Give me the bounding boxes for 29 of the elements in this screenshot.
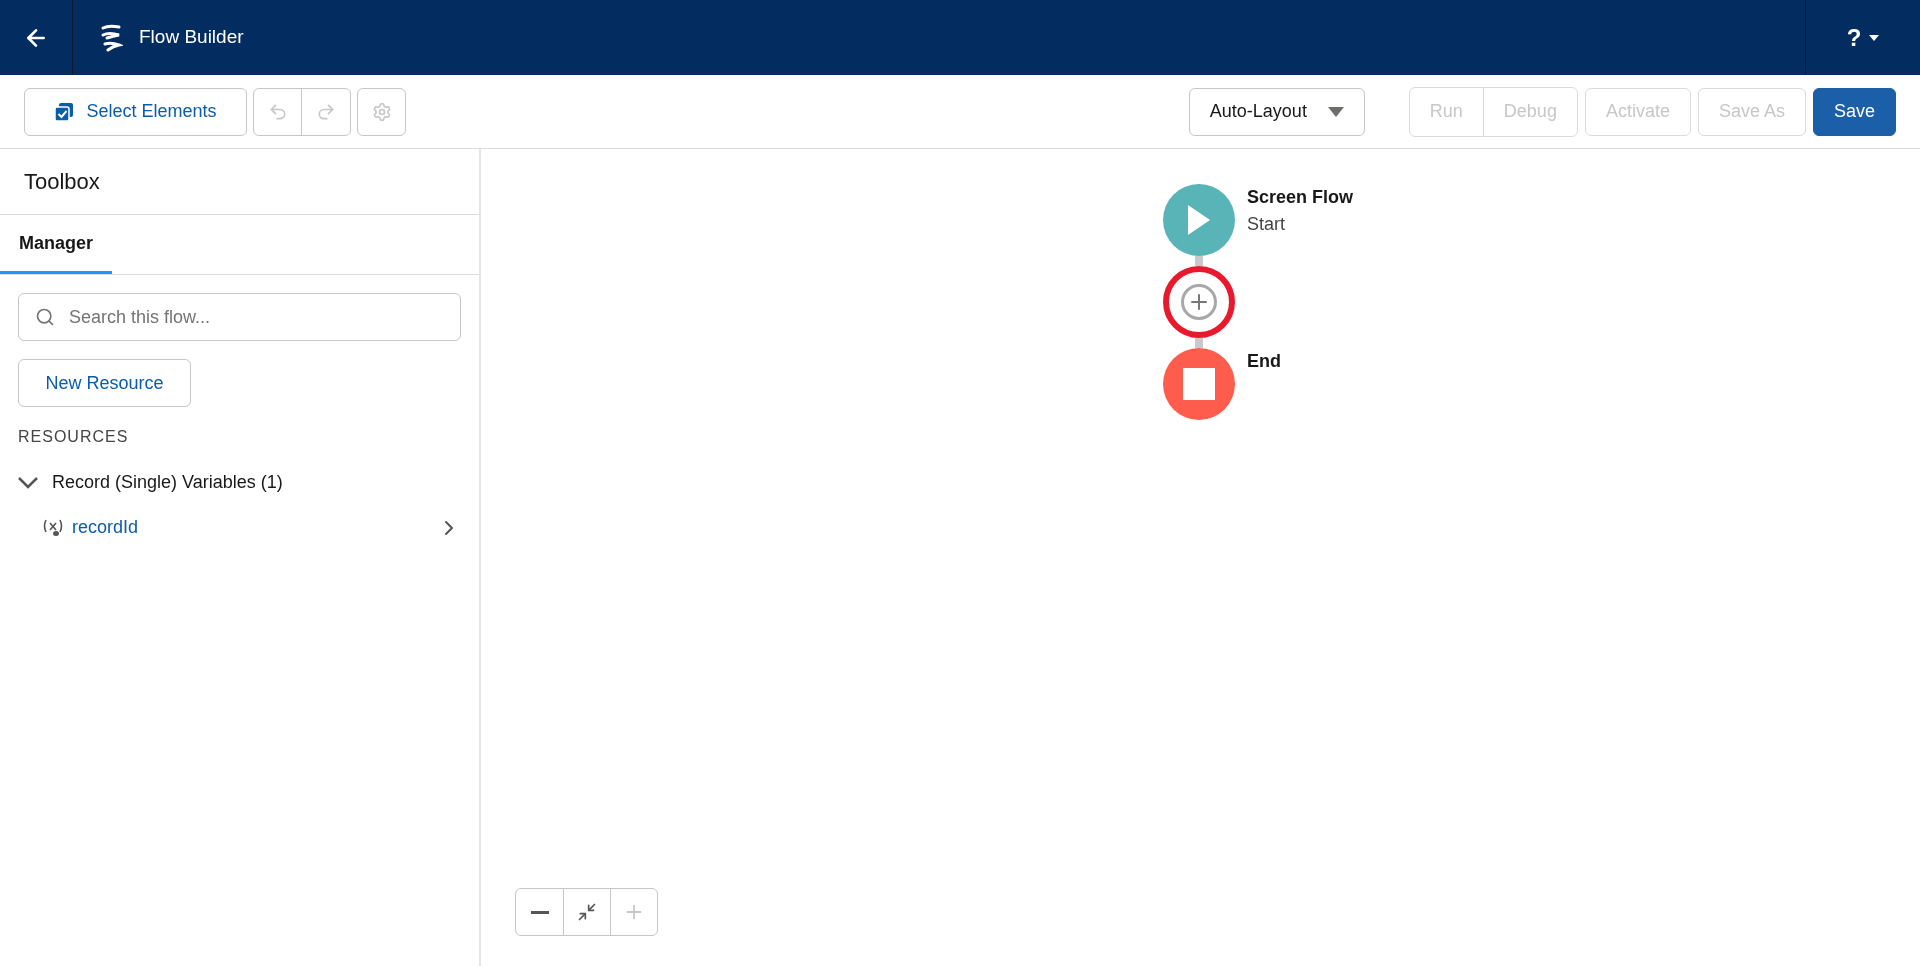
search-icon xyxy=(35,307,55,327)
layout-dropdown[interactable]: Auto-Layout xyxy=(1188,87,1365,136)
variable-icon xyxy=(42,518,64,537)
stop-square-icon xyxy=(1183,368,1215,400)
section-label: RESOURCES xyxy=(18,427,130,447)
help-menu-button[interactable]: ? xyxy=(1805,0,1920,75)
save-button[interactable]: Save xyxy=(1812,87,1896,136)
resource-link[interactable]: recordId xyxy=(72,514,139,541)
select-elements-button[interactable]: Select Elements xyxy=(24,87,247,136)
checkbox-stack-icon xyxy=(54,101,75,122)
redo-icon xyxy=(316,101,336,122)
minus-icon xyxy=(530,910,549,914)
node-subtitle: Start xyxy=(1247,213,1286,236)
tree-group-toggle[interactable]: Record (Single) Variables (1) xyxy=(18,469,283,496)
settings-icon xyxy=(371,101,392,122)
node-title: Screen Flow xyxy=(1247,186,1354,209)
caret-icon xyxy=(1869,34,1880,41)
play-icon xyxy=(1188,205,1210,235)
app-title: Flow Builder xyxy=(139,25,244,50)
panel-title: Toolbox xyxy=(24,168,100,196)
fit-arrows-icon xyxy=(577,902,597,922)
undo-icon xyxy=(267,101,288,122)
search-field[interactable]: Search this flow... xyxy=(18,293,461,341)
caret-icon xyxy=(1327,106,1344,117)
chevron-down-icon xyxy=(18,476,38,489)
panel-tab[interactable]: Manager xyxy=(0,215,113,274)
new-resource-button[interactable]: New Resource xyxy=(18,359,191,407)
node-title: End xyxy=(1247,350,1281,373)
wave-logo-icon xyxy=(99,22,123,53)
